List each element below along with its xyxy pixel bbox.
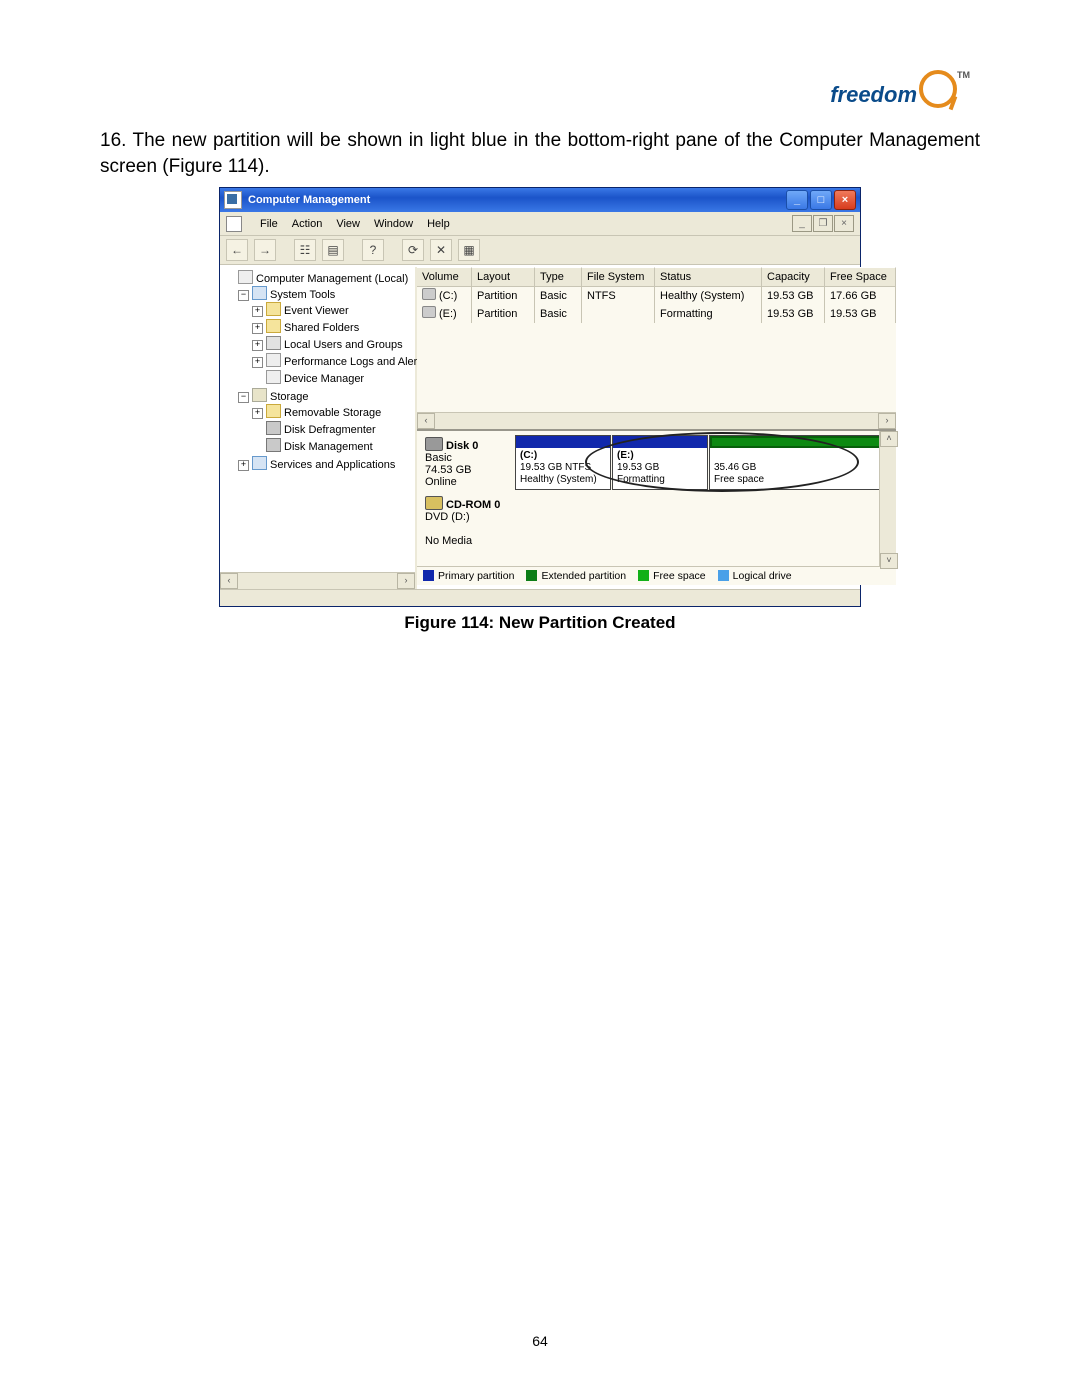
logo-text: freedom [830,82,917,107]
disk-graphical-view[interactable]: Disk 0 Basic 74.53 GB Online (C:) 19.53 … [417,429,896,585]
tree-scrollbar[interactable]: ‹ › [220,572,415,589]
close-button[interactable]: × [834,190,856,210]
volume-row-e[interactable]: (E:) Partition Basic Formatting 19.53 GB… [417,305,896,323]
tree-removable[interactable]: +Removable Storage [252,403,415,420]
legend-primary: Primary partition [438,570,514,582]
volume-row-c[interactable]: (C:) Partition Basic NTFS Healthy (Syste… [417,287,896,305]
system-menu-icon[interactable] [226,216,242,232]
maximize-button[interactable]: □ [810,190,832,210]
tree-device-manager[interactable]: Device Manager [252,369,415,386]
properties-button[interactable]: ▤ [322,239,344,261]
tree-shared-folders[interactable]: +Shared Folders [252,318,415,335]
logo-area: freedom TM [100,70,980,108]
scroll-right-icon[interactable]: › [878,413,896,429]
legend-extended: Extended partition [541,570,626,582]
tree-root[interactable]: Computer Management (Local) −System Tool… [224,269,415,473]
cdrom-block[interactable]: CD-ROM 0 DVD (D:) No Media [421,494,890,549]
scroll-right-icon[interactable]: › [397,573,415,589]
refresh-button[interactable]: ⟳ [402,239,424,261]
col-freespace[interactable]: Free Space [825,267,896,286]
toolbar: ← → ☷ ▤ ? ⟳ ✕ ▦ [220,236,860,265]
cdrom-icon [425,496,443,510]
partition-free[interactable]: 35.46 GB Free space [709,435,890,490]
legend-free: Free space [653,570,706,582]
computer-management-window: Computer Management _ □ × File Action Vi… [219,187,861,607]
menu-action[interactable]: Action [292,218,323,230]
status-bar [220,589,860,606]
window-title: Computer Management [248,194,370,206]
col-status[interactable]: Status [655,267,762,286]
tree-disk-management[interactable]: Disk Management [252,437,415,454]
title-bar[interactable]: Computer Management _ □ × [220,188,860,212]
volume-list[interactable]: Volume Layout Type File System Status Ca… [417,267,896,429]
tree-local-users[interactable]: +Local Users and Groups [252,335,415,352]
up-button[interactable]: ☷ [294,239,316,261]
logo-nine-icon [919,70,957,108]
tree-perf-logs[interactable]: +Performance Logs and Alerts [252,352,415,369]
scroll-left-icon[interactable]: ‹ [417,413,435,429]
scroll-down-icon[interactable]: ˅ [880,553,898,569]
tree-event-viewer[interactable]: +Event Viewer [252,301,415,318]
col-capacity[interactable]: Capacity [762,267,825,286]
scroll-up-icon[interactable]: ˄ [880,431,898,447]
col-volume[interactable]: Volume [417,267,472,286]
mdi-minimize-button[interactable]: _ [792,215,812,232]
menu-file[interactable]: File [260,218,278,230]
help-button[interactable]: ? [362,239,384,261]
graph-vscrollbar[interactable]: ˄ ˅ [879,431,896,569]
partition-e[interactable]: (E:) 19.53 GB Formatting [612,435,708,490]
menu-window[interactable]: Window [374,218,413,230]
disk-icon [425,437,443,451]
navigation-tree[interactable]: Computer Management (Local) −System Tool… [220,267,417,589]
cdrom-info: CD-ROM 0 DVD (D:) No Media [421,494,515,549]
minimize-button[interactable]: _ [786,190,808,210]
drive-icon [422,306,436,318]
figure-caption: Figure 114: New Partition Created [100,613,980,633]
step-16-text: 16. The new partition will be shown in l… [100,128,980,179]
partition-c[interactable]: (C:) 19.53 GB NTFS Healthy (System) [515,435,611,490]
col-filesystem[interactable]: File System [582,267,655,286]
logo-tm: TM [957,70,970,80]
drive-icon [422,288,436,300]
tree-storage[interactable]: −Storage +Removable Storage Disk Defragm… [238,387,415,455]
col-type[interactable]: Type [535,267,582,286]
tree-services[interactable]: +Services and Applications [238,455,415,472]
page-number: 64 [0,1333,1080,1349]
back-button[interactable]: ← [226,239,248,261]
disk-0-block[interactable]: Disk 0 Basic 74.53 GB Online (C:) 19.53 … [421,435,890,490]
legend-logical: Logical drive [733,570,792,582]
delete-button[interactable]: ✕ [430,239,452,261]
col-layout[interactable]: Layout [472,267,535,286]
tree-defragmenter[interactable]: Disk Defragmenter [252,420,415,437]
app-icon [224,191,242,209]
scroll-left-icon[interactable]: ‹ [220,573,238,589]
forward-button[interactable]: → [254,239,276,261]
mdi-close-button[interactable]: × [834,215,854,232]
disk-0-info: Disk 0 Basic 74.53 GB Online [421,435,515,490]
menu-view[interactable]: View [336,218,360,230]
menu-bar: File Action View Window Help _ ❐ × [220,212,860,236]
settings-button[interactable]: ▦ [458,239,480,261]
mdi-restore-button[interactable]: ❐ [813,215,833,232]
list-scrollbar[interactable]: ‹ › [417,412,896,429]
menu-help[interactable]: Help [427,218,450,230]
tree-system-tools[interactable]: −System Tools +Event Viewer +Shared Fold… [238,285,415,387]
